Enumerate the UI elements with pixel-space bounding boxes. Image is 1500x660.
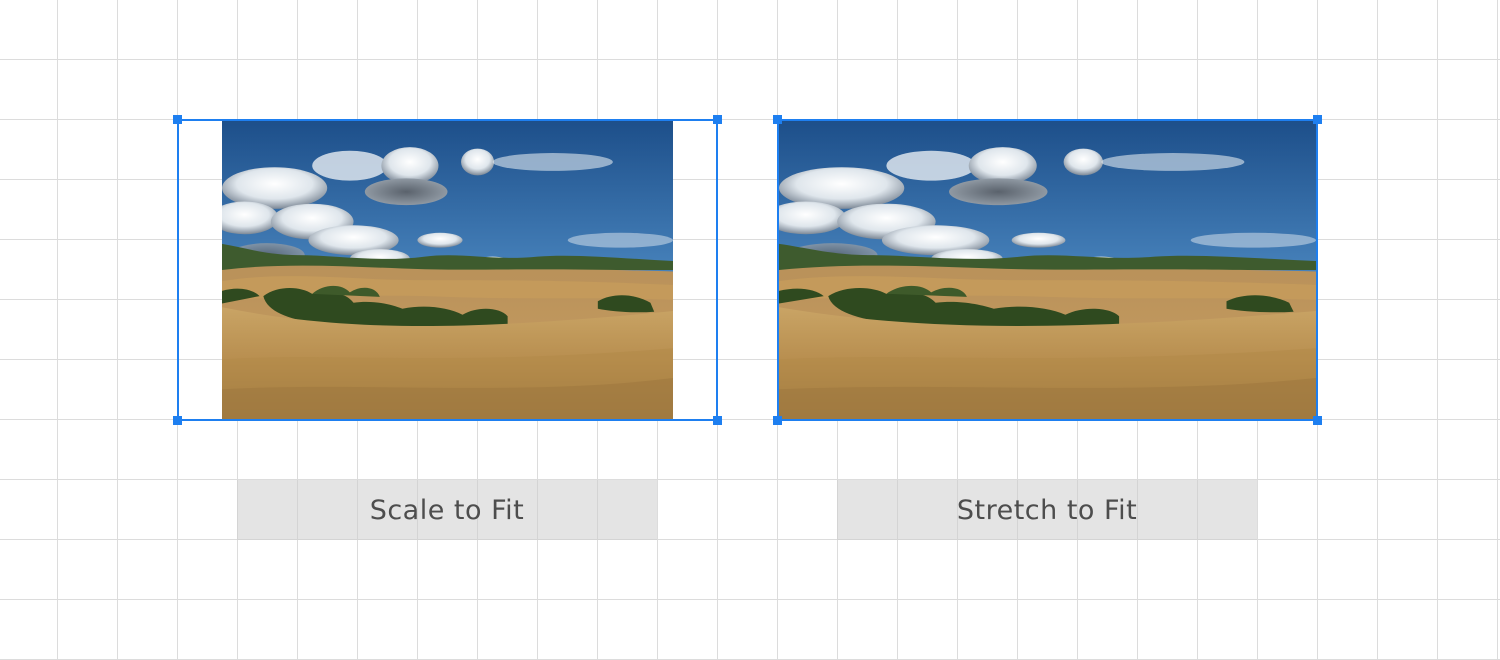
- stretched-landscape-image: [779, 121, 1316, 419]
- resize-handle-top-left[interactable]: [773, 115, 782, 124]
- resize-handle-bottom-left[interactable]: [173, 416, 182, 425]
- stretch-to-fit-frame[interactable]: [773, 115, 1322, 425]
- stretch-to-fit-label: Stretch to Fit: [837, 480, 1257, 540]
- resize-handle-bottom-left[interactable]: [773, 416, 782, 425]
- scale-to-fit-frame[interactable]: [173, 115, 722, 425]
- scale-to-fit-label: Scale to Fit: [237, 480, 657, 540]
- resize-handle-top-right[interactable]: [1313, 115, 1322, 124]
- resize-handle-bottom-right[interactable]: [713, 416, 722, 425]
- resize-handle-top-right[interactable]: [713, 115, 722, 124]
- resize-handle-bottom-right[interactable]: [1313, 416, 1322, 425]
- scaled-landscape-image: [222, 121, 673, 419]
- resize-handle-top-left[interactable]: [173, 115, 182, 124]
